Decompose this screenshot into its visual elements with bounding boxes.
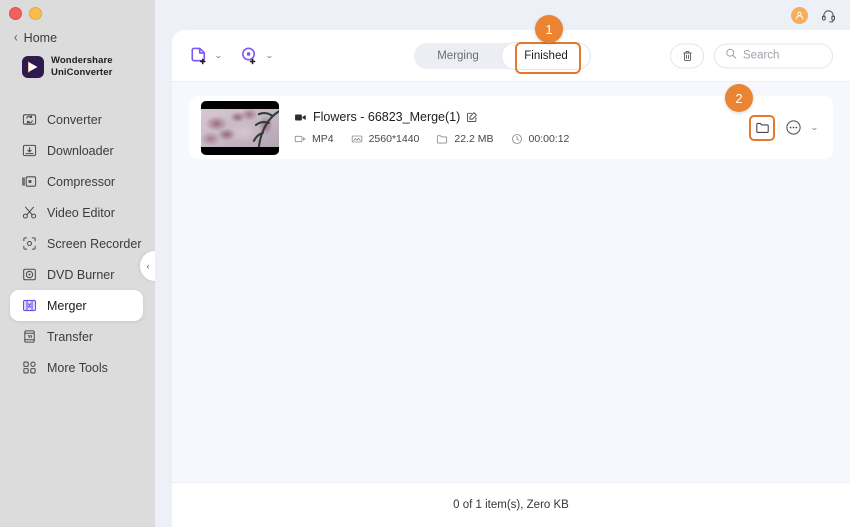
sidebar-item-converter[interactable]: Converter	[10, 104, 143, 135]
add-file-icon	[189, 46, 209, 66]
file-size: 22.2 MB	[436, 133, 494, 145]
resolution-icon	[351, 133, 363, 145]
file-meta: Flowers - 66823_Merge(1) MP4 2560*1440 2…	[294, 110, 820, 145]
edit-pencil-icon[interactable]	[466, 111, 478, 123]
status-tabs: Merging Finished	[414, 42, 590, 69]
search-icon	[725, 47, 737, 65]
tab-finished[interactable]: Finished	[502, 42, 590, 69]
file-info-row: MP4 2560*1440 22.2 MB 00:00:12	[294, 133, 820, 145]
status-text: 0 of 1 item(s), Zero KB	[453, 499, 569, 511]
chevron-left-icon: ‹	[14, 29, 18, 45]
delete-button[interactable]	[670, 43, 704, 68]
user-avatar-icon[interactable]	[791, 6, 808, 24]
file-format: MP4	[294, 133, 334, 145]
chevron-down-icon[interactable]: ⌄	[810, 123, 819, 132]
sidebar-item-compressor[interactable]: Compressor	[10, 166, 143, 197]
brand-name: Wondershare UniConverter	[51, 55, 113, 78]
sidebar-item-label: Video Editor	[47, 205, 115, 220]
sidebar: ‹ Home WondershareUniConverter Converte	[0, 0, 156, 527]
wondershare-logo-icon	[22, 55, 44, 78]
clock-icon	[511, 133, 523, 145]
file-format-value: MP4	[312, 133, 334, 145]
dvd-burner-icon	[22, 267, 37, 282]
add-files-button[interactable]: ⌄	[189, 46, 223, 66]
toolbar: ⌄ ⌄ Merging Finished	[172, 30, 850, 82]
file-resolution: 2560*1440	[351, 133, 420, 145]
sidebar-item-label: Screen Recorder	[47, 236, 142, 251]
downloader-icon	[22, 143, 37, 158]
add-record-icon	[240, 46, 260, 66]
transfer-icon	[22, 329, 37, 344]
file-size-value: 22.2 MB	[454, 133, 494, 145]
file-name: Flowers - 66823_Merge(1)	[313, 110, 461, 124]
sidebar-item-label: More Tools	[47, 360, 108, 375]
file-resolution-value: 2560*1440	[368, 133, 420, 145]
sidebar-item-downloader[interactable]: Downloader	[10, 135, 143, 166]
search-box[interactable]	[714, 43, 833, 68]
folder-size-icon	[436, 133, 448, 145]
sidebar-item-dvd-burner[interactable]: DVD Burner	[10, 259, 143, 290]
sidebar-item-video-editor[interactable]: Video Editor	[10, 197, 143, 228]
compressor-icon	[22, 174, 37, 189]
video-thumbnail	[201, 100, 279, 155]
chevron-down-icon[interactable]: ⌄	[265, 51, 274, 60]
minimize-window-button[interactable]	[29, 7, 42, 20]
status-bar: 0 of 1 item(s), Zero KB	[172, 482, 850, 527]
window-traffic-lights	[9, 7, 42, 20]
title-bar	[155, 0, 850, 30]
sidebar-item-more-tools[interactable]: More Tools	[10, 352, 143, 383]
sidebar-item-label: Downloader	[47, 143, 114, 158]
sidebar-item-label: Transfer	[47, 329, 94, 344]
sidebar-item-label: Merger	[47, 298, 87, 313]
chevron-left-icon: ‹	[146, 261, 150, 271]
close-window-button[interactable]	[9, 7, 22, 20]
file-list: Flowers - 66823_Merge(1) MP4 2560*1440 2…	[172, 82, 850, 483]
video-camera-icon	[294, 111, 307, 124]
sidebar-item-merger[interactable]: Merger	[10, 290, 143, 321]
format-icon	[294, 133, 306, 145]
row-actions: ⌄	[749, 114, 819, 141]
sidebar-item-transfer[interactable]: Transfer	[10, 321, 143, 352]
main-region: ⌄ ⌄ Merging Finished Search Flowers - 66…	[155, 0, 850, 527]
more-tools-icon	[22, 360, 37, 375]
tab-merging[interactable]: Merging	[414, 43, 502, 69]
sidebar-item-label: DVD Burner	[47, 267, 115, 282]
headset-icon[interactable]	[819, 6, 837, 24]
brand-logo-block: Wondershare UniConverter	[22, 55, 113, 78]
file-name-row: Flowers - 66823_Merge(1)	[294, 110, 820, 124]
home-label: Home	[23, 31, 58, 45]
converter-icon	[22, 112, 37, 127]
screen-recorder-icon	[22, 236, 37, 251]
sidebar-item-screen-recorder[interactable]: Screen Recorder	[10, 228, 143, 259]
callout-badge-1: 1	[535, 15, 563, 43]
chevron-down-icon[interactable]: ⌄	[214, 51, 223, 60]
merger-icon	[22, 298, 37, 313]
file-duration-value: 00:00:12	[528, 133, 570, 145]
sidebar-item-label: Converter	[47, 112, 102, 127]
add-recording-button[interactable]: ⌄	[240, 46, 273, 66]
sidebar-item-label: Compressor	[47, 174, 116, 189]
video-editor-icon	[22, 205, 37, 220]
callout-badge-2: 2	[725, 84, 753, 112]
sidebar-nav: Converter Downloader Compressor Video Ed…	[0, 104, 155, 383]
open-folder-button[interactable]	[749, 114, 776, 141]
file-duration: 00:00:12	[511, 133, 570, 145]
toolbar-right-actions	[670, 43, 833, 68]
app-window: ‹ Home WondershareUniConverter Converte	[0, 0, 850, 527]
home-back-link[interactable]: ‹ Home	[14, 29, 58, 46]
more-options-button[interactable]	[784, 119, 802, 137]
search-input[interactable]	[743, 49, 823, 62]
